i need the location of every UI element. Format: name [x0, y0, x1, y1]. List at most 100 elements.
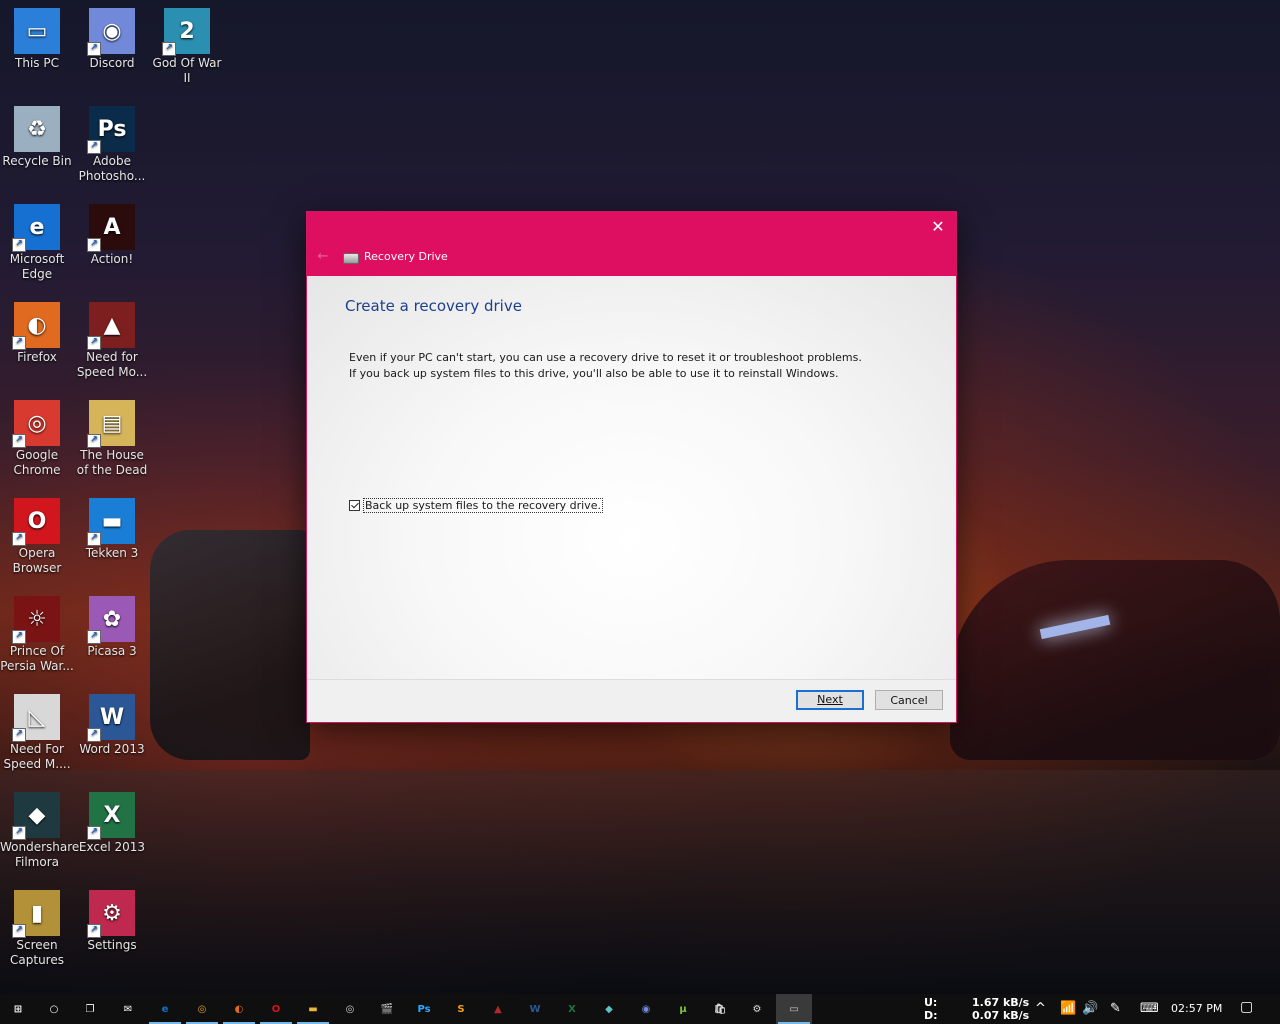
- desktop-icon-recycle-bin[interactable]: ♻ Recycle Bin: [0, 106, 74, 169]
- photoshop-icon: Ps: [417, 1003, 431, 1015]
- desktop-icon-settings[interactable]: ⚙ ↗ Settings: [75, 890, 149, 953]
- desktop-icon-the-house-of-the-dead[interactable]: ▤ ↗ The House of the Dead: [75, 400, 149, 478]
- desktop-icon-label: Wondershare Filmora: [0, 840, 80, 869]
- taskbar-store-button[interactable]: 🛍: [702, 994, 738, 1024]
- taskbar-clapper-button[interactable]: 🎬: [369, 994, 405, 1024]
- desktop-icon-label: Excel 2013: [78, 840, 146, 854]
- excel-icon: X: [568, 1003, 576, 1015]
- taskbar-mail-button[interactable]: ✉: [110, 994, 146, 1024]
- app-icon: ▭: [14, 8, 60, 54]
- backup-checkbox-label[interactable]: Back up system files to the recovery dri…: [363, 498, 603, 513]
- show-hidden-icons-icon[interactable]: ^: [1035, 1002, 1046, 1015]
- desktop-icon-google-chrome[interactable]: ◎ ↗ Google Chrome: [0, 400, 74, 478]
- task-view-icon: ❐: [85, 1003, 95, 1015]
- filmora-icon: ◆: [605, 1003, 613, 1015]
- desktop-icon-god-of-war-ii[interactable]: 2 ↗ God Of War II: [150, 8, 224, 86]
- file-explorer-icon: ▬: [308, 1003, 318, 1015]
- taskbar-excel-button[interactable]: X: [554, 994, 590, 1024]
- desktop-icon-need-for-speed-m[interactable]: ◺ ↗ Need For Speed M....: [0, 694, 74, 772]
- back-arrow-icon[interactable]: ←: [313, 249, 333, 265]
- dialog-content: Create a recovery drive Even if your PC …: [307, 276, 956, 680]
- sublime-icon: S: [457, 1003, 465, 1015]
- taskbar-start-button[interactable]: ⊞: [0, 994, 36, 1024]
- app-icon: ✿ ↗: [87, 596, 135, 644]
- taskbar-task-view-button[interactable]: ❐: [72, 994, 108, 1024]
- taskbar-firefox-button[interactable]: ◐: [221, 994, 257, 1024]
- keyboard-icon[interactable]: ⌨: [1140, 1002, 1159, 1015]
- shortcut-arrow-icon: ↗: [87, 140, 101, 154]
- desktop-icon-firefox[interactable]: ◐ ↗ Firefox: [0, 302, 74, 365]
- desktop-icon-label: Recycle Bin: [2, 154, 72, 168]
- shortcut-arrow-icon: ↗: [87, 238, 101, 252]
- taskbar-filmora-button[interactable]: ◆: [591, 994, 627, 1024]
- taskbar-media-button[interactable]: ◎: [332, 994, 368, 1024]
- backup-checkbox[interactable]: [349, 500, 360, 511]
- desktop-icon-screen-captures[interactable]: ▮ ↗ Screen Captures: [0, 890, 74, 968]
- page-heading: Create a recovery drive: [345, 297, 522, 315]
- desktop-icon-opera-browser[interactable]: O ↗ Opera Browser: [0, 498, 74, 576]
- dialog-titlebar[interactable]: ✕ ← Recovery Drive: [307, 212, 956, 276]
- shortcut-arrow-icon: ↗: [87, 434, 101, 448]
- desktop-icon-label: Action!: [90, 252, 134, 266]
- app-icon: ☼ ↗: [12, 596, 60, 644]
- taskbar-edge-button[interactable]: e: [147, 994, 183, 1024]
- desktop-icon-need-for-speed-mo[interactable]: ▲ ↗ Need for Speed Mo...: [75, 302, 149, 380]
- app-icon: ◆ ↗: [12, 792, 60, 840]
- desktop-icon-label: Word 2013: [79, 742, 145, 756]
- firefox-icon: ◐: [234, 1003, 244, 1015]
- desktop-icon-word-2013[interactable]: W ↗ Word 2013: [75, 694, 149, 757]
- desktop-icon-action[interactable]: A ↗ Action!: [75, 204, 149, 267]
- taskbar-opera-button[interactable]: O: [258, 994, 294, 1024]
- desktop-icon-this-pc[interactable]: ▭ This PC: [0, 8, 74, 71]
- volume-icon[interactable]: 🔊: [1082, 1002, 1098, 1015]
- desktop-icon-excel-2013[interactable]: X ↗ Excel 2013: [75, 792, 149, 855]
- app-icon: O ↗: [12, 498, 60, 546]
- next-button[interactable]: Next: [796, 690, 864, 710]
- desktop-icon-microsoft-edge[interactable]: e ↗ Microsoft Edge: [0, 204, 74, 282]
- app-icon: Ps ↗: [87, 106, 135, 154]
- dialog-footer: Next Cancel: [307, 679, 956, 722]
- chrome-icon: ◎: [197, 1003, 207, 1015]
- desktop-icon-label: This PC: [15, 56, 59, 70]
- shortcut-arrow-icon: ↗: [87, 826, 101, 840]
- clapper-icon: 🎬: [380, 1003, 394, 1015]
- desktop-icon-discord[interactable]: ◉ ↗ Discord: [75, 8, 149, 71]
- wallpaper-car-left: [150, 530, 390, 760]
- desktop-icon-label: Firefox: [17, 350, 57, 364]
- settings-icon: ⚙: [752, 1003, 762, 1015]
- taskbar-photoshop-button[interactable]: Ps: [406, 994, 442, 1024]
- recovery-drive-icon: ▭: [789, 1003, 799, 1015]
- taskbar-word-button[interactable]: W: [517, 994, 553, 1024]
- wifi-icon[interactable]: 📶: [1060, 1002, 1076, 1015]
- cancel-button[interactable]: Cancel: [875, 690, 943, 710]
- close-button[interactable]: ✕: [926, 216, 950, 238]
- backup-system-files-option[interactable]: Back up system files to the recovery dri…: [349, 498, 603, 513]
- pen-icon[interactable]: ✎: [1110, 1002, 1121, 1015]
- desktop-icon-label: The House of the Dead: [76, 448, 148, 477]
- taskbar-sublime-button[interactable]: S: [443, 994, 479, 1024]
- desktop-icon-tekken-3[interactable]: ▬ ↗ Tekken 3: [75, 498, 149, 561]
- desktop-icon-label: Opera Browser: [12, 546, 62, 575]
- word-icon: W: [529, 1003, 541, 1015]
- net-upload-label: U:: [924, 996, 938, 1009]
- taskbar-chrome-button[interactable]: ◎: [184, 994, 220, 1024]
- clock[interactable]: 02:57 PM: [1171, 1002, 1222, 1015]
- taskbar-utorrent-button[interactable]: μ: [665, 994, 701, 1024]
- taskbar-settings-button[interactable]: ⚙: [739, 994, 775, 1024]
- drive-icon: [343, 253, 359, 264]
- taskbar-file-explorer-button[interactable]: ▬: [295, 994, 331, 1024]
- taskbar-discord-button[interactable]: ◉: [628, 994, 664, 1024]
- app-icon: ◉ ↗: [87, 8, 135, 56]
- desktop-icon-adobe-photosho[interactable]: Ps ↗ Adobe Photosho...: [75, 106, 149, 184]
- discord-icon: ◉: [641, 1003, 651, 1015]
- desktop-icon-prince-of-persia-war[interactable]: ☼ ↗ Prince Of Persia War...: [0, 596, 74, 674]
- shortcut-arrow-icon: ↗: [87, 630, 101, 644]
- shortcut-arrow-icon: ↗: [12, 434, 26, 448]
- desktop-icon-wondershare-filmora[interactable]: ◆ ↗ Wondershare Filmora: [0, 792, 80, 870]
- taskbar-recovery-drive-button[interactable]: ▭: [776, 994, 812, 1024]
- desktop-icon-picasa-3[interactable]: ✿ ↗ Picasa 3: [75, 596, 149, 659]
- notification-center-icon[interactable]: ▢: [1240, 1000, 1253, 1014]
- edge-icon: e: [161, 1003, 169, 1015]
- taskbar-search-button[interactable]: ○: [36, 994, 72, 1024]
- taskbar-game-button[interactable]: ▲: [480, 994, 516, 1024]
